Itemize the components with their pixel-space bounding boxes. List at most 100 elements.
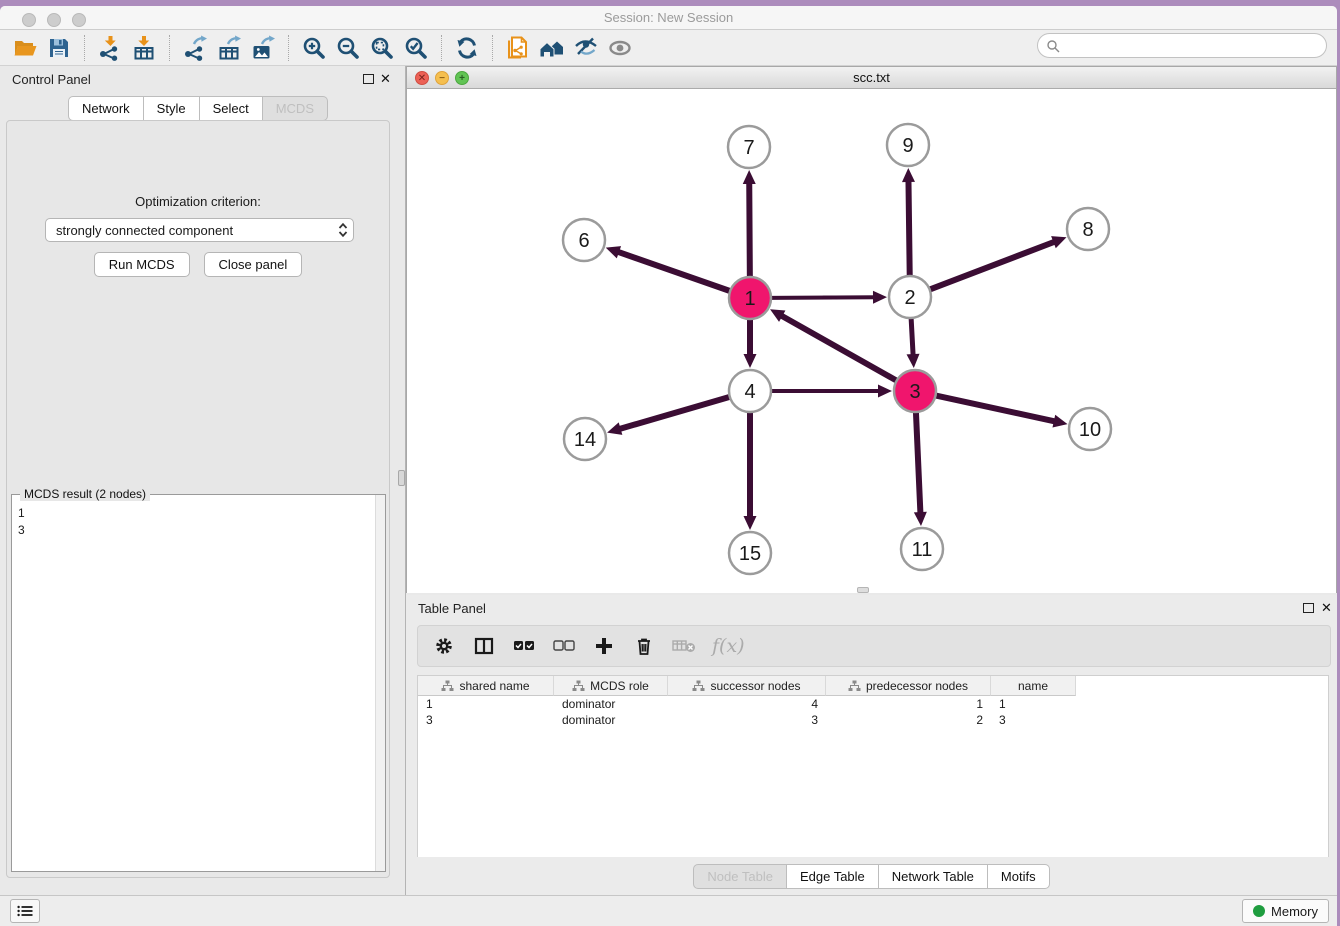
node-3[interactable]: 3 bbox=[894, 370, 936, 412]
result-scrollbar[interactable] bbox=[375, 495, 385, 871]
control-panel-header: Control Panel ✕ bbox=[0, 66, 396, 92]
share-document-icon[interactable] bbox=[501, 31, 535, 65]
node-9[interactable]: 9 bbox=[887, 124, 929, 166]
search-input[interactable] bbox=[1060, 37, 1326, 55]
save-session-icon[interactable] bbox=[42, 31, 76, 65]
node-label: 6 bbox=[578, 230, 589, 252]
edge-2-9[interactable] bbox=[902, 168, 915, 275]
tab-network-table[interactable]: Network Table bbox=[879, 864, 988, 889]
deselect-all-icon[interactable] bbox=[552, 634, 576, 658]
export-network-icon[interactable] bbox=[178, 31, 212, 65]
export-image-icon[interactable] bbox=[246, 31, 280, 65]
function-builder-icon[interactable]: f(x) bbox=[712, 635, 745, 657]
table-cell[interactable]: 1 bbox=[991, 696, 1076, 712]
import-network-icon[interactable] bbox=[93, 31, 127, 65]
table-cell[interactable]: 2 bbox=[826, 712, 991, 728]
zoom-out-icon[interactable] bbox=[331, 31, 365, 65]
table-cell[interactable]: 4 bbox=[668, 696, 826, 712]
column-settings-icon[interactable] bbox=[432, 634, 456, 658]
edge-4-3[interactable] bbox=[772, 385, 892, 398]
zoom-in-icon[interactable] bbox=[297, 31, 331, 65]
memory-button[interactable]: Memory bbox=[1242, 899, 1329, 923]
table-cell[interactable]: 3 bbox=[418, 712, 554, 728]
node-2[interactable]: 2 bbox=[889, 276, 931, 318]
tab-edge-table[interactable]: Edge Table bbox=[787, 864, 879, 889]
close-table-panel-icon[interactable]: ✕ bbox=[1321, 600, 1332, 616]
node-7[interactable]: 7 bbox=[728, 126, 770, 168]
show-panel-icon[interactable] bbox=[603, 31, 637, 65]
node-label: 2 bbox=[904, 287, 915, 309]
select-all-icon[interactable] bbox=[512, 634, 536, 658]
table-body: 1dominator4113dominator323 bbox=[418, 696, 1328, 728]
table-cell[interactable]: dominator bbox=[554, 712, 668, 728]
node-1[interactable]: 1 bbox=[729, 277, 771, 319]
optimization-criterion-select[interactable]: strongly connected component bbox=[45, 218, 354, 242]
node-15[interactable]: 15 bbox=[729, 532, 771, 574]
table-cell[interactable]: 3 bbox=[991, 712, 1076, 728]
float-table-panel-icon[interactable] bbox=[1303, 603, 1314, 613]
zoom-fit-icon[interactable] bbox=[365, 31, 399, 65]
close-panel-button[interactable]: Close panel bbox=[204, 252, 303, 277]
clear-table-icon[interactable] bbox=[672, 634, 696, 658]
table-row[interactable]: 3dominator323 bbox=[418, 712, 1328, 728]
edge-1-7[interactable] bbox=[743, 170, 756, 276]
delete-column-icon[interactable] bbox=[632, 634, 656, 658]
edge-3-11[interactable] bbox=[914, 413, 927, 526]
edge-1-6[interactable] bbox=[606, 246, 730, 291]
table-row[interactable]: 1dominator411 bbox=[418, 696, 1328, 712]
table-cell[interactable]: 1 bbox=[826, 696, 991, 712]
node-6[interactable]: 6 bbox=[563, 219, 605, 261]
edge-3-1[interactable] bbox=[770, 309, 896, 380]
node-label: 1 bbox=[744, 288, 755, 310]
column-header-predecessor-nodes[interactable]: predecessor nodes bbox=[826, 676, 991, 696]
zoom-selected-icon[interactable] bbox=[399, 31, 433, 65]
column-header-successor-nodes[interactable]: successor nodes bbox=[668, 676, 826, 696]
tab-node-table[interactable]: Node Table bbox=[693, 864, 787, 889]
edge-4-14[interactable] bbox=[607, 397, 729, 435]
network-canvas[interactable]: 7 9 6 8 1 2 4 3 14 10 15 11 bbox=[407, 89, 1336, 593]
import-table-icon[interactable] bbox=[127, 31, 161, 65]
node-10[interactable]: 10 bbox=[1069, 408, 1111, 450]
edge-2-8[interactable] bbox=[931, 236, 1067, 289]
open-file-icon[interactable] bbox=[8, 31, 42, 65]
splitter-handle[interactable] bbox=[398, 470, 405, 486]
table-cell[interactable]: 1 bbox=[418, 696, 554, 712]
edge-1-4[interactable] bbox=[744, 320, 757, 368]
edge-2-3[interactable] bbox=[907, 319, 920, 368]
table-cell[interactable]: 3 bbox=[668, 712, 826, 728]
column-header-name[interactable]: name bbox=[991, 676, 1076, 696]
float-panel-icon[interactable] bbox=[363, 74, 374, 84]
node-8[interactable]: 8 bbox=[1067, 208, 1109, 250]
column-header-MCDS-role[interactable]: MCDS role bbox=[554, 676, 668, 696]
tab-network[interactable]: Network bbox=[68, 96, 144, 121]
column-type-icon bbox=[848, 680, 861, 692]
export-table-icon[interactable] bbox=[212, 31, 246, 65]
hide-panel-icon[interactable] bbox=[569, 31, 603, 65]
node-table[interactable]: shared name MCDS rolesuccessor nodesprede… bbox=[417, 675, 1329, 857]
vertical-splitter[interactable] bbox=[396, 66, 406, 895]
toolbar-separator bbox=[441, 35, 442, 61]
column-label: shared name bbox=[459, 679, 529, 693]
run-mcds-button[interactable]: Run MCDS bbox=[94, 252, 190, 277]
node-4[interactable]: 4 bbox=[729, 370, 771, 412]
split-panel-icon[interactable] bbox=[472, 634, 496, 658]
refresh-icon[interactable] bbox=[450, 31, 484, 65]
column-header-shared-name[interactable]: shared name bbox=[418, 676, 554, 696]
node-14[interactable]: 14 bbox=[564, 418, 606, 460]
table-cell[interactable]: dominator bbox=[554, 696, 668, 712]
tab-style[interactable]: Style bbox=[144, 96, 200, 121]
tab-motifs[interactable]: Motifs bbox=[988, 864, 1050, 889]
node-11[interactable]: 11 bbox=[901, 528, 943, 570]
tab-select[interactable]: Select bbox=[200, 96, 263, 121]
task-history-button[interactable] bbox=[10, 899, 40, 923]
edge-1-2[interactable] bbox=[772, 291, 887, 304]
dropdown-value: strongly connected component bbox=[56, 223, 337, 238]
horizontal-splitter-handle[interactable] bbox=[857, 587, 869, 593]
add-column-icon[interactable] bbox=[592, 634, 616, 658]
close-panel-icon[interactable]: ✕ bbox=[380, 71, 391, 87]
column-label: name bbox=[1018, 679, 1048, 693]
tab-mcds[interactable]: MCDS bbox=[263, 96, 328, 121]
home-layout-icon[interactable] bbox=[535, 31, 569, 65]
edge-4-15[interactable] bbox=[744, 413, 757, 530]
edge-3-10[interactable] bbox=[936, 396, 1067, 428]
